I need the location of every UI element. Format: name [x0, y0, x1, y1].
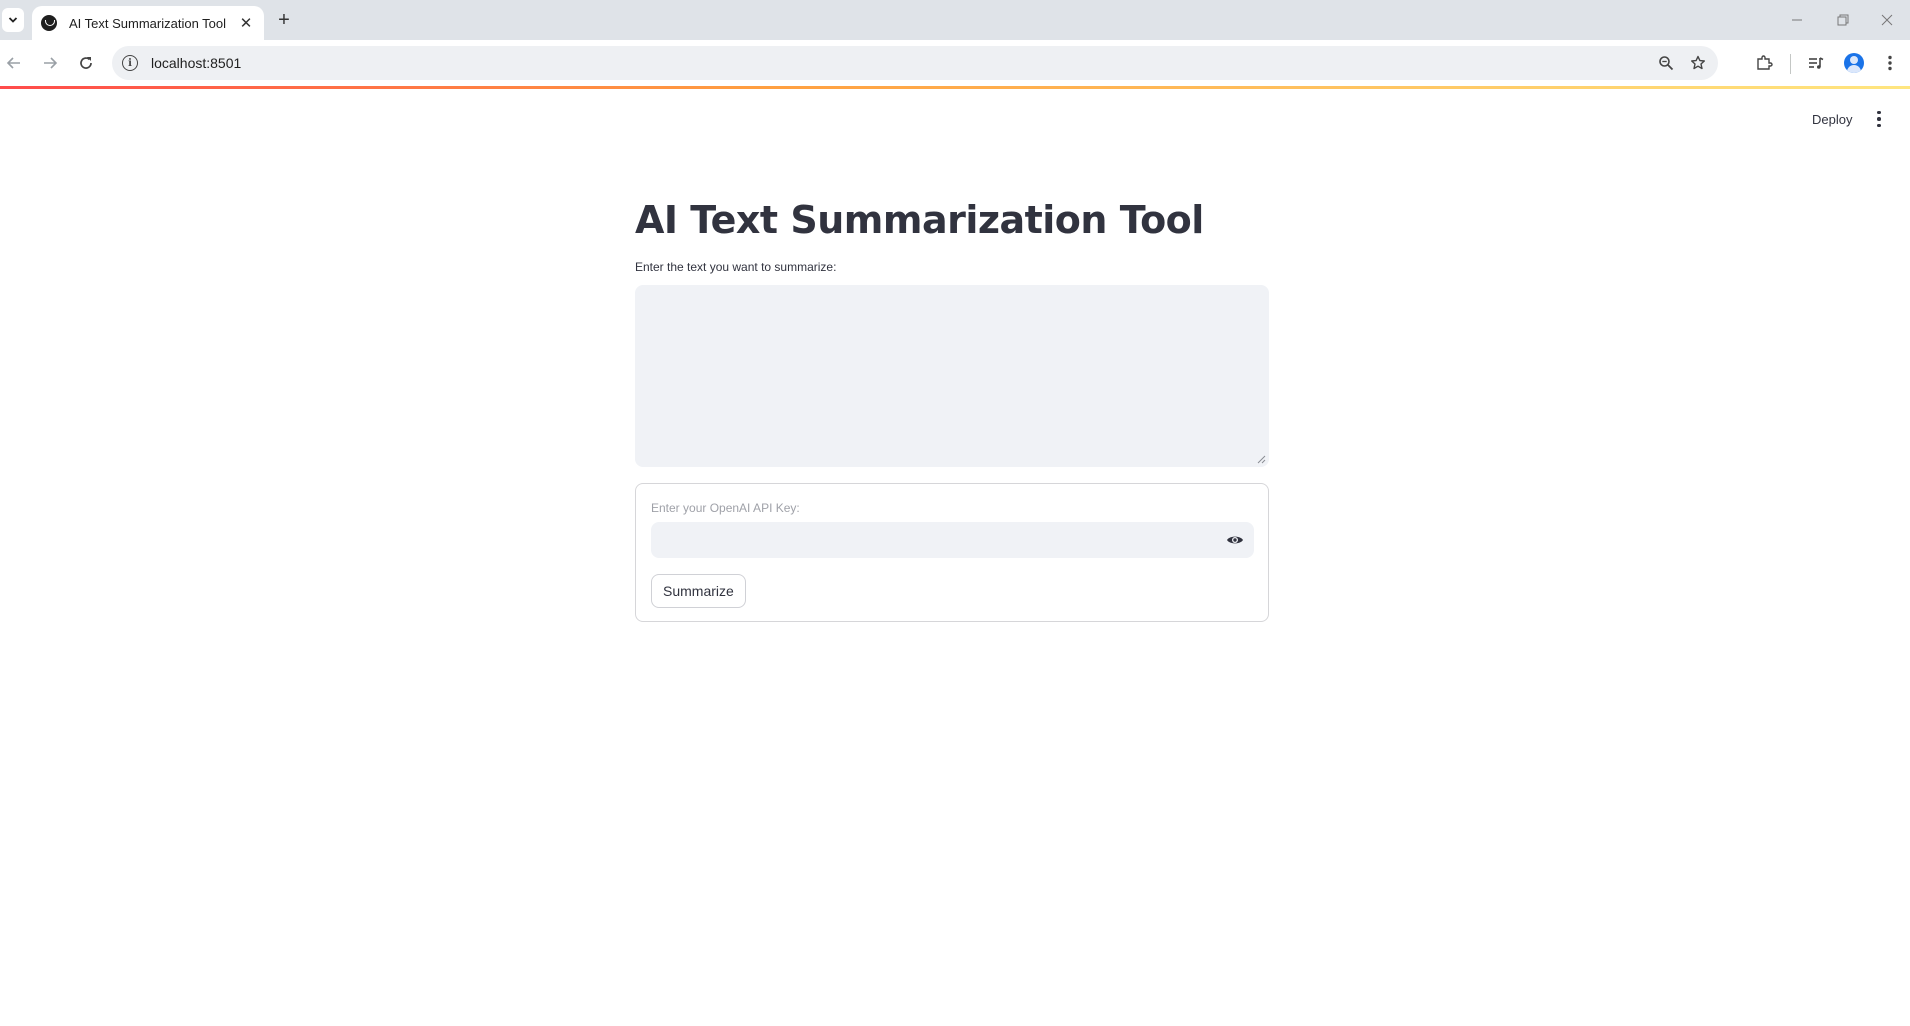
main-menu-icon[interactable]: [1866, 106, 1892, 132]
restore-icon[interactable]: [1820, 0, 1866, 40]
app-decoration-line: [0, 86, 1910, 89]
summarize-button[interactable]: Summarize: [651, 574, 746, 608]
api-key-label: Enter your OpenAI API Key:: [651, 501, 800, 515]
page-title: AI Text Summarization Tool: [635, 198, 1204, 242]
forward-button[interactable]: [38, 51, 62, 75]
close-window-icon[interactable]: [1864, 0, 1910, 40]
tab-title: AI Text Summarization Tool: [69, 15, 227, 31]
arrow-left-icon: [6, 57, 20, 69]
back-button[interactable]: [2, 51, 26, 75]
api-key-input[interactable]: [651, 522, 1254, 558]
zoom-icon[interactable]: [1654, 51, 1678, 75]
reload-button[interactable]: [74, 51, 98, 75]
arrow-right-icon: [44, 57, 58, 69]
show-password-eye-icon[interactable]: [1226, 531, 1244, 549]
address-bar[interactable]: i localhost:8501: [112, 46, 1718, 80]
streamlit-favicon-icon: [41, 15, 57, 31]
browser-tab[interactable]: AI Text Summarization Tool ✕: [32, 6, 264, 40]
address-url[interactable]: localhost:8501: [151, 55, 1654, 71]
profile-avatar-icon[interactable]: [1842, 51, 1866, 75]
tab-close-icon[interactable]: ✕: [236, 13, 256, 33]
chevron-down-icon: [8, 17, 18, 23]
api-key-form: Enter your OpenAI API Key: Summarize: [635, 483, 1269, 622]
media-controls-icon[interactable]: [1804, 51, 1828, 75]
new-tab-button[interactable]: +: [270, 8, 298, 32]
tab-search-button[interactable]: [2, 8, 24, 32]
summary-text-area[interactable]: [635, 285, 1269, 467]
text-input-label: Enter the text you want to summarize:: [635, 260, 837, 274]
bookmark-star-icon[interactable]: [1686, 51, 1710, 75]
site-info-icon[interactable]: i: [122, 55, 138, 71]
browser-toolbar: i localhost:8501: [0, 40, 1910, 86]
browser-tab-strip: AI Text Summarization Tool ✕ +: [0, 0, 1910, 40]
main-content: AI Text Summarization Tool Enter the tex…: [635, 180, 1269, 622]
deploy-button[interactable]: Deploy: [1804, 106, 1860, 132]
toolbar-divider: [1790, 54, 1791, 74]
browser-menu-icon[interactable]: [1878, 51, 1902, 75]
reload-icon: [80, 57, 92, 69]
resize-handle-icon[interactable]: [1256, 454, 1266, 464]
extensions-puzzle-icon[interactable]: [1752, 51, 1776, 75]
minimize-icon[interactable]: [1774, 0, 1820, 40]
